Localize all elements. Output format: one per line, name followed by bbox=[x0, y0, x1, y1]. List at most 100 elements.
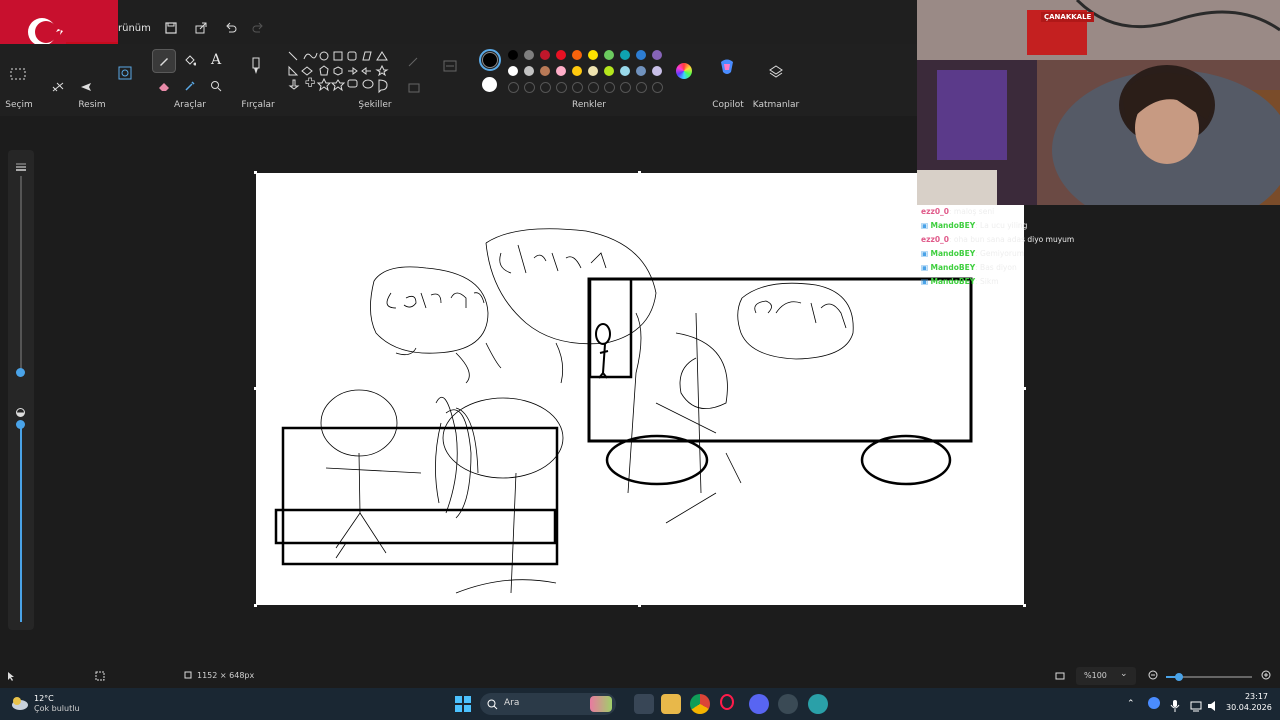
resize-handle-right[interactable] bbox=[1023, 387, 1026, 390]
shapes-gallery[interactable] bbox=[287, 50, 392, 100]
custom-color-slot[interactable] bbox=[636, 82, 647, 93]
browser-icon[interactable] bbox=[808, 694, 828, 714]
custom-color-slot[interactable] bbox=[588, 82, 599, 93]
image-select-icon[interactable] bbox=[115, 63, 135, 83]
outline-icon[interactable] bbox=[404, 52, 424, 72]
fill-style-icon[interactable] bbox=[404, 78, 424, 98]
color-swatch[interactable] bbox=[572, 66, 582, 76]
custom-color-slot[interactable] bbox=[524, 82, 535, 93]
resize-handle-left[interactable] bbox=[254, 387, 257, 390]
color-swatch[interactable] bbox=[588, 66, 598, 76]
layers-icon[interactable] bbox=[766, 62, 786, 82]
text-tool-icon[interactable]: A bbox=[206, 50, 226, 70]
secondary-color-swatch[interactable] bbox=[482, 77, 497, 92]
color-swatch[interactable] bbox=[604, 66, 614, 76]
size-slider-track[interactable] bbox=[20, 176, 22, 372]
ribbon-label-copilot: Copilot bbox=[712, 100, 744, 110]
chat-text: : Bas diyon bbox=[975, 263, 1017, 272]
crop-icon[interactable] bbox=[48, 77, 68, 97]
copilot-icon[interactable] bbox=[718, 58, 736, 76]
color-picker-icon[interactable] bbox=[180, 76, 200, 96]
color-swatch[interactable] bbox=[508, 50, 518, 60]
webcam-feed bbox=[917, 0, 1280, 205]
search-icon bbox=[487, 699, 498, 710]
shape-size-icon[interactable] bbox=[440, 56, 460, 76]
discord-icon[interactable] bbox=[749, 694, 769, 714]
status-bar: 1152 × 648px %100 ⌄ bbox=[0, 666, 1280, 688]
color-swatch[interactable] bbox=[556, 50, 566, 60]
brush-icon[interactable] bbox=[246, 56, 266, 76]
chat-user: MandoBEY bbox=[930, 263, 976, 272]
resize-handle-top-left[interactable] bbox=[254, 171, 257, 174]
title-toolbar: rünüm bbox=[0, 0, 917, 66]
custom-color-slot[interactable] bbox=[540, 82, 551, 93]
selection-icon[interactable] bbox=[8, 64, 28, 84]
share-icon[interactable] bbox=[191, 18, 211, 38]
volume-icon[interactable] bbox=[1207, 697, 1219, 716]
custom-color-slot[interactable] bbox=[508, 82, 519, 93]
color-swatch[interactable] bbox=[636, 50, 646, 60]
microphone-icon[interactable] bbox=[1170, 697, 1180, 716]
color-swatch[interactable] bbox=[572, 50, 582, 60]
app-icon[interactable] bbox=[778, 694, 798, 714]
chrome-icon[interactable] bbox=[690, 694, 710, 714]
fit-to-window-icon[interactable] bbox=[1055, 671, 1065, 683]
zoom-value: %100 bbox=[1084, 671, 1107, 680]
resize-handle-bottom[interactable] bbox=[638, 604, 641, 607]
onedrive-icon[interactable] bbox=[1148, 697, 1160, 709]
color-swatch[interactable] bbox=[524, 66, 534, 76]
windows-start-icon[interactable] bbox=[455, 696, 471, 712]
file-explorer-icon[interactable] bbox=[661, 694, 681, 714]
color-swatch[interactable] bbox=[652, 50, 662, 60]
custom-color-slot[interactable] bbox=[604, 82, 615, 93]
color-swatch[interactable] bbox=[540, 66, 550, 76]
task-view-icon[interactable] bbox=[634, 694, 654, 714]
zoom-slider-thumb[interactable] bbox=[1175, 673, 1183, 681]
color-swatch[interactable] bbox=[524, 50, 534, 60]
canvas-size-icon bbox=[184, 671, 192, 681]
color-swatch[interactable] bbox=[540, 50, 550, 60]
color-swatch[interactable] bbox=[588, 50, 598, 60]
ribbon: A Seçim Resim Araçlar Fırçalar Şekiller … bbox=[0, 44, 917, 117]
size-slider-thumb[interactable] bbox=[16, 368, 25, 377]
chevron-up-icon[interactable]: ⌃ bbox=[1127, 699, 1135, 709]
weather-icon[interactable] bbox=[10, 694, 28, 712]
color-swatch[interactable] bbox=[636, 66, 646, 76]
custom-color-slot[interactable] bbox=[572, 82, 583, 93]
color-swatch[interactable] bbox=[604, 50, 614, 60]
custom-color-slot[interactable] bbox=[652, 82, 663, 93]
magnifier-icon[interactable] bbox=[206, 76, 226, 96]
zoom-in-icon[interactable] bbox=[1261, 670, 1272, 683]
opacity-slider-track[interactable] bbox=[20, 422, 22, 622]
chat-message: ▣ MandoBEY: Bas diyon bbox=[921, 263, 1017, 272]
resize-handle-top[interactable] bbox=[638, 171, 641, 174]
rotate-icon[interactable] bbox=[76, 77, 96, 97]
color-palette[interactable] bbox=[508, 50, 668, 96]
color-swatch[interactable] bbox=[620, 50, 630, 60]
color-swatch[interactable] bbox=[652, 66, 662, 76]
ribbon-label-image: Resim bbox=[78, 100, 106, 110]
color-swatch[interactable] bbox=[620, 66, 630, 76]
custom-color-slot[interactable] bbox=[556, 82, 567, 93]
color-swatch[interactable] bbox=[508, 66, 518, 76]
undo-icon[interactable] bbox=[221, 18, 241, 38]
network-icon[interactable] bbox=[1190, 697, 1202, 716]
drawing-canvas[interactable] bbox=[256, 173, 1024, 605]
search-box[interactable]: Ara bbox=[480, 693, 616, 715]
fill-bucket-icon[interactable] bbox=[180, 50, 200, 70]
menu-view[interactable]: rünüm bbox=[118, 23, 151, 34]
redo-icon[interactable] bbox=[248, 18, 268, 38]
pencil-icon[interactable] bbox=[152, 49, 176, 73]
resize-handle-bottom-left[interactable] bbox=[254, 604, 257, 607]
color-swatch[interactable] bbox=[556, 66, 566, 76]
save-icon[interactable] bbox=[161, 18, 181, 38]
zoom-out-icon[interactable] bbox=[1148, 670, 1159, 683]
zoom-select[interactable]: %100 ⌄ bbox=[1076, 667, 1136, 685]
edit-colors-icon[interactable] bbox=[676, 63, 692, 79]
eraser-icon[interactable] bbox=[154, 76, 174, 96]
custom-color-slot[interactable] bbox=[620, 82, 631, 93]
primary-color-swatch[interactable] bbox=[479, 49, 501, 71]
resize-handle-bottom-right[interactable] bbox=[1023, 604, 1026, 607]
opera-icon[interactable] bbox=[720, 694, 734, 710]
opacity-slider-thumb[interactable] bbox=[16, 420, 25, 429]
